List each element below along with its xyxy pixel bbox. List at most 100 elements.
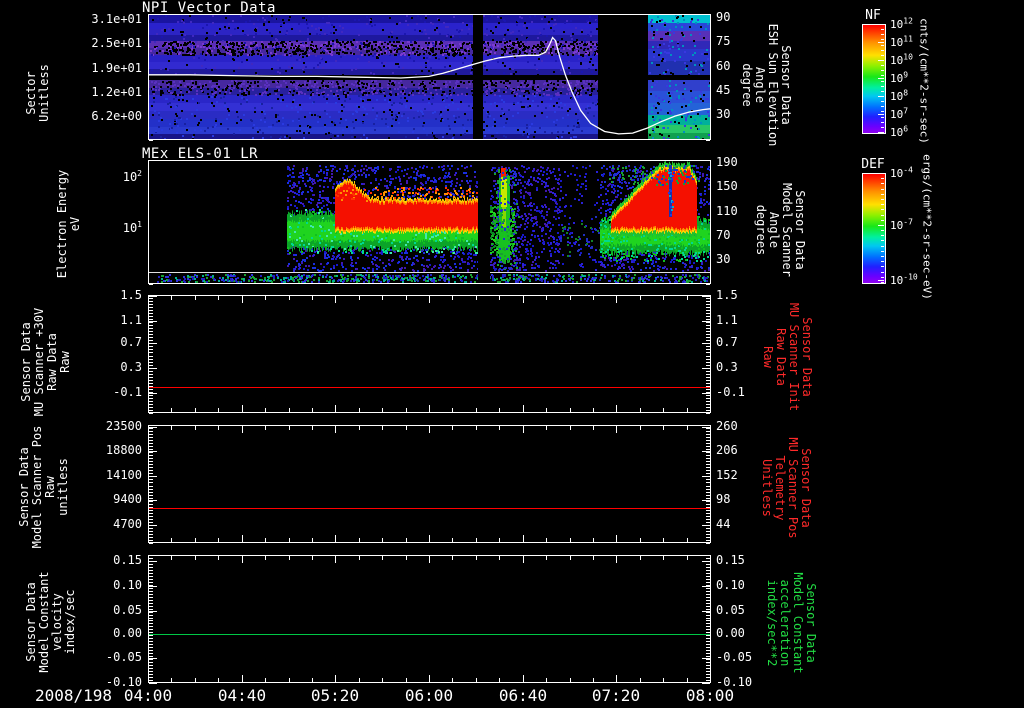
x-minor-tick <box>476 296 477 300</box>
y-minor-tick <box>706 362 710 363</box>
tick-label-mu-scanner-30v-left: 1.5 <box>120 287 142 302</box>
x-minor-tick <box>663 556 664 560</box>
colorbar-minor-tick <box>881 29 884 30</box>
x-tick-label: 06:00 <box>404 686 454 705</box>
x-minor-tick <box>171 556 172 560</box>
y-minor-tick <box>149 528 153 529</box>
x-tick-mark <box>148 296 149 303</box>
x-tick-mark <box>335 535 336 542</box>
colorbar-tick-label: 107 <box>890 106 909 121</box>
y-minor-tick <box>706 579 710 580</box>
y-minor-tick <box>706 316 710 317</box>
y-minor-tick <box>706 340 710 341</box>
y-minor-tick <box>149 513 153 514</box>
y-minor-tick <box>149 591 153 592</box>
y-minor-tick <box>149 359 153 360</box>
y-minor-tick <box>149 579 153 580</box>
y-minor-tick <box>706 482 710 483</box>
x-minor-tick <box>382 408 383 412</box>
y-minor-tick <box>149 540 153 541</box>
x-minor-tick <box>218 408 219 412</box>
y-minor-tick <box>149 440 153 441</box>
axis-label-line: unitless <box>56 458 70 516</box>
y-minor-tick <box>706 467 710 468</box>
x-minor-tick <box>640 426 641 430</box>
axis-label-line: index/sec <box>63 589 77 655</box>
y-minor-tick <box>149 392 153 393</box>
x-minor-tick <box>312 426 313 430</box>
y-minor-tick <box>706 310 710 311</box>
y-minor-tick <box>149 334 153 335</box>
x-tick-label: 04:00 <box>123 686 173 705</box>
colorbar-minor-tick <box>881 34 884 35</box>
y-minor-tick <box>149 594 153 595</box>
y-minor-tick <box>149 352 153 353</box>
x-tick-mark <box>710 675 711 682</box>
y-minor-tick <box>149 325 153 326</box>
y-minor-tick <box>706 600 710 601</box>
tick-label-npi-right: 90 <box>716 10 731 25</box>
x-minor-tick <box>476 538 477 542</box>
y-minor-tick <box>149 498 153 499</box>
tick-label-npi-left: 1.2e+01 <box>91 85 142 99</box>
x-tick-mark <box>148 405 149 412</box>
x-minor-tick <box>406 408 407 412</box>
y-minor-tick <box>149 680 153 681</box>
x-minor-tick <box>312 296 313 300</box>
y-minor-tick <box>149 284 153 285</box>
y-minor-tick <box>706 389 710 390</box>
y-minor-tick <box>149 570 153 571</box>
x-minor-tick <box>476 556 477 560</box>
y-tick-mark <box>702 586 710 587</box>
y-minor-tick <box>706 671 710 672</box>
colorbar-minor-tick <box>881 101 884 102</box>
colorbar-tick-mark <box>878 78 884 79</box>
colorbar-tick-label: 106 <box>890 124 909 139</box>
y-minor-tick <box>149 567 153 568</box>
y-minor-tick <box>149 555 153 556</box>
y-minor-tick <box>149 683 153 684</box>
x-minor-tick <box>687 408 688 412</box>
y-minor-tick <box>149 431 153 432</box>
y-minor-tick <box>706 383 710 384</box>
axis-label-line: eV <box>68 216 82 232</box>
y-minor-tick <box>706 473 710 474</box>
x-tick-mark <box>242 535 243 542</box>
colorbar-minor-tick <box>881 24 884 25</box>
y-minor-tick <box>706 434 710 435</box>
y-minor-tick <box>706 650 710 651</box>
y-minor-tick <box>706 368 710 369</box>
tick-label-mu-scanner-30v-right: 1.5 <box>716 287 738 302</box>
colorbar-minor-tick <box>881 117 884 118</box>
y-minor-tick <box>149 443 153 444</box>
x-minor-tick <box>546 296 547 300</box>
x-minor-tick <box>218 678 219 682</box>
y-minor-tick <box>706 635 710 636</box>
y-axis-label-left-els: Electron Energy eV <box>55 170 82 278</box>
x-minor-tick <box>452 556 453 560</box>
y-minor-tick <box>149 310 153 311</box>
colorbar-minor-tick <box>881 204 884 205</box>
axis-label-line: degrees <box>754 204 768 256</box>
y-minor-tick <box>706 528 710 529</box>
y-minor-tick <box>149 582 153 583</box>
x-minor-tick <box>476 408 477 412</box>
x-minor-tick <box>312 408 313 412</box>
x-minor-tick <box>312 556 313 560</box>
y-minor-tick <box>706 501 710 502</box>
x-minor-tick <box>570 426 571 430</box>
y-minor-tick <box>149 383 153 384</box>
x-tick-mark <box>335 405 336 412</box>
y-minor-tick <box>149 362 153 363</box>
colorbar-minor-tick <box>881 194 884 195</box>
x-minor-tick <box>499 426 500 430</box>
x-minor-tick <box>406 678 407 682</box>
y-minor-tick <box>149 501 153 502</box>
x-tick-label: 08:00 <box>685 686 735 705</box>
y-minor-tick <box>706 284 710 285</box>
y-minor-tick <box>149 467 153 468</box>
y-minor-tick <box>149 458 153 459</box>
y-minor-tick <box>149 365 153 366</box>
y-minor-tick <box>706 349 710 350</box>
y-minor-tick <box>149 558 153 559</box>
